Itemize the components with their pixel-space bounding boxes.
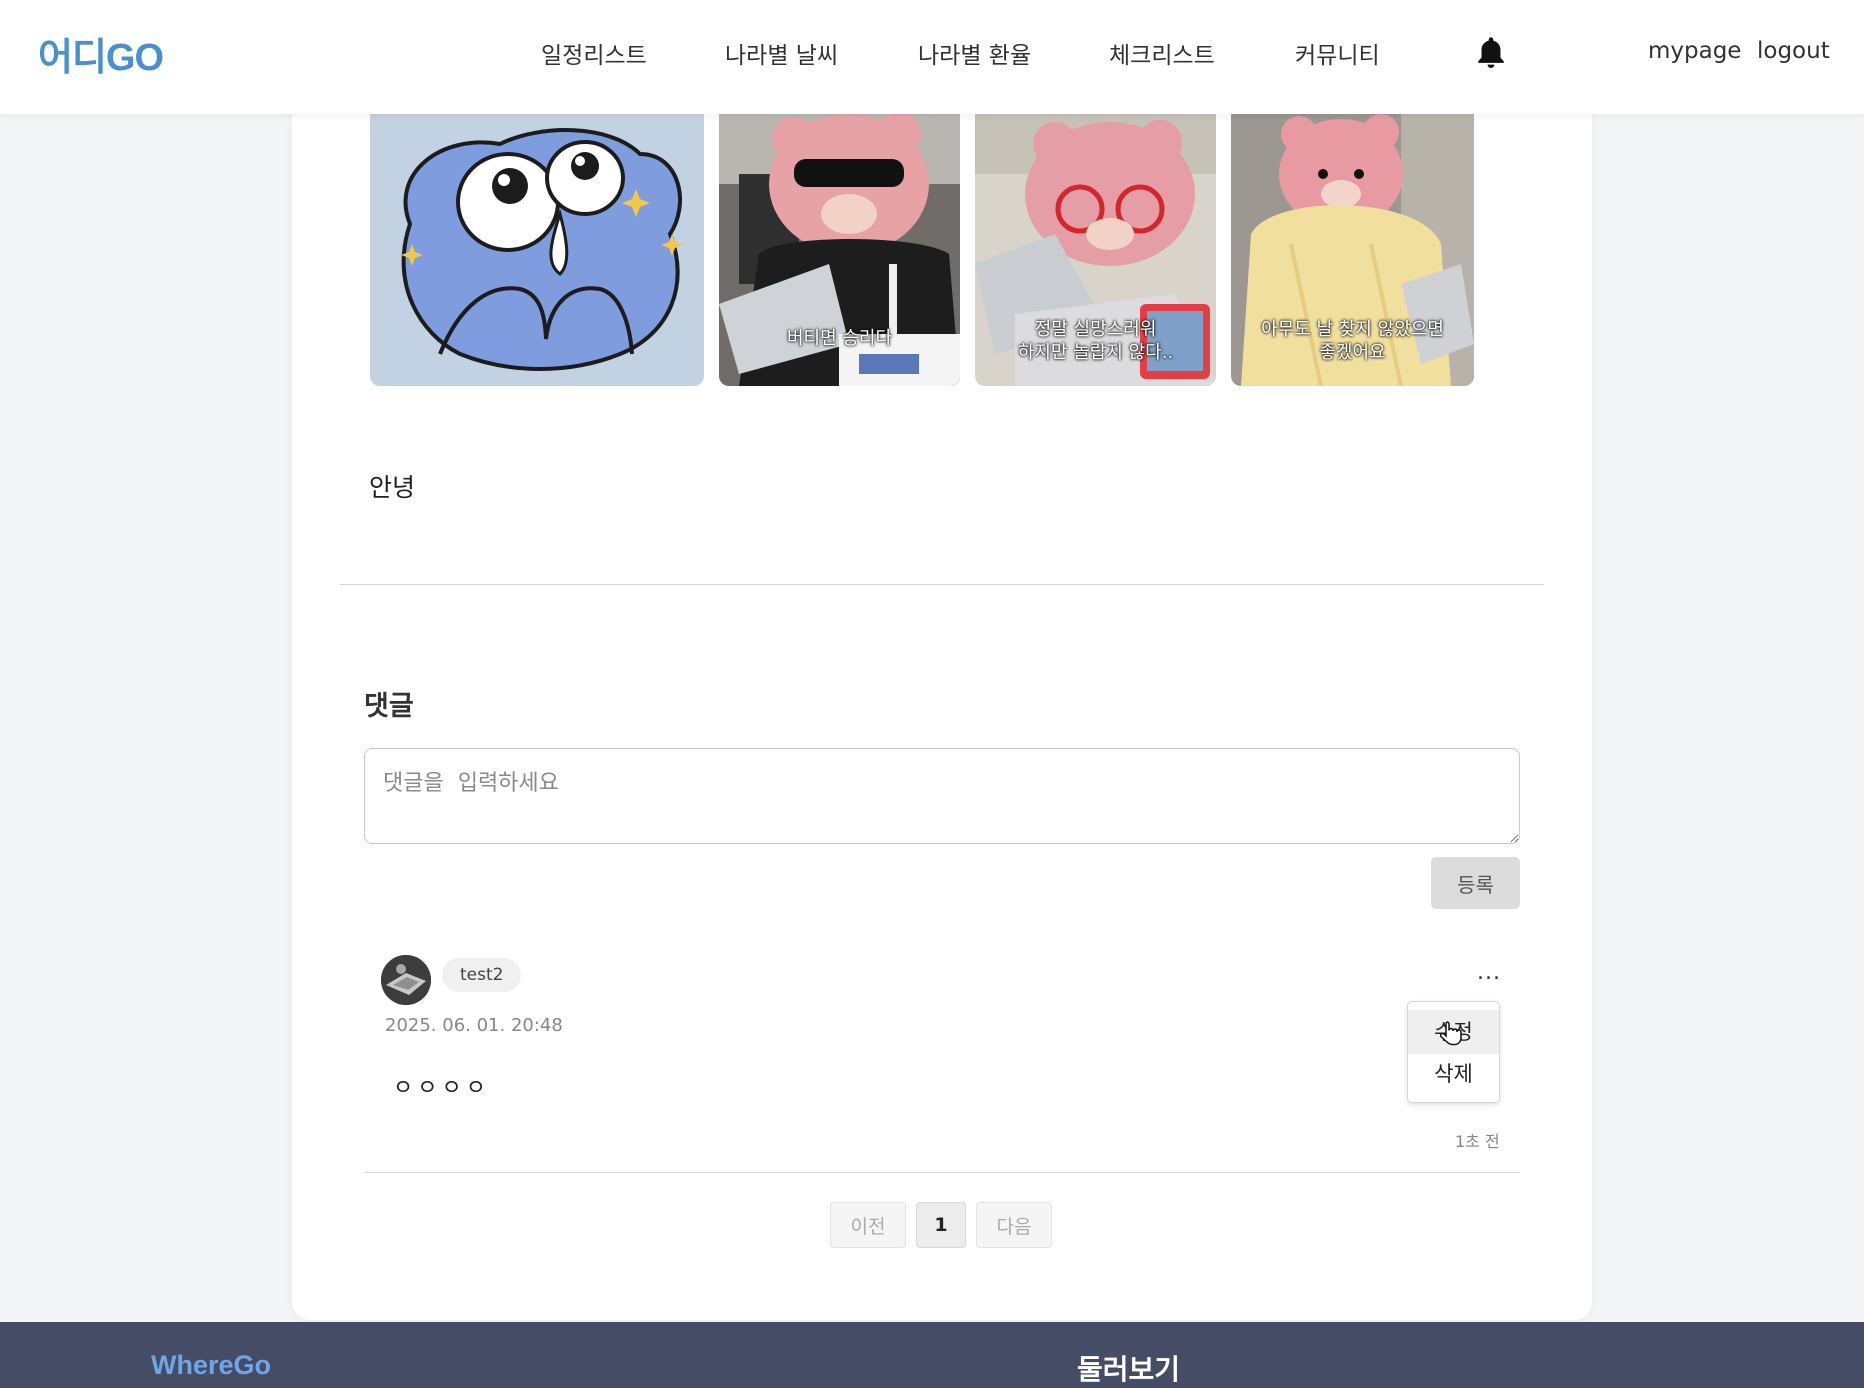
comment-input[interactable] xyxy=(364,748,1520,844)
footer-explore-heading: 둘러보기 xyxy=(1077,1353,1181,1386)
nav-item-community[interactable]: 커뮤니티 xyxy=(1295,36,1380,70)
mypage-link[interactable]: mypage xyxy=(1648,38,1741,64)
top-navigation-bar: 어디GO 일정리스트 나라별 날씨 나라별 환율 체크리스트 커뮤니티 mypa… xyxy=(0,0,1864,114)
nav-item-schedule-list[interactable]: 일정리스트 xyxy=(541,36,647,70)
post-image-1[interactable] xyxy=(370,114,704,386)
comment-submit-button[interactable]: 등록 xyxy=(1431,857,1520,909)
image-caption: 버티면 승리다 xyxy=(786,328,893,349)
comments-heading: 댓글 xyxy=(364,691,414,722)
comment-time-ago: 1초 전 xyxy=(1455,1132,1500,1151)
image-caption: 아무도 날 찾지 않았으면 좋겠어요 xyxy=(1261,319,1444,363)
bell-icon[interactable] xyxy=(1474,34,1508,72)
site-logo[interactable]: 어디GO xyxy=(38,26,164,81)
nav-item-weather[interactable]: 나라별 날씨 xyxy=(725,36,838,70)
more-options-button[interactable]: ... xyxy=(1474,960,1504,990)
avatar[interactable] xyxy=(381,955,431,1005)
nav-item-exchange-rate[interactable]: 나라별 환율 xyxy=(918,36,1031,70)
menu-item-edit[interactable]: 수정 xyxy=(1408,1010,1499,1054)
nav-item-checklist[interactable]: 체크리스트 xyxy=(1109,36,1215,70)
comment-options-menu: 수정 삭제 xyxy=(1407,1001,1500,1103)
pagination-next-button[interactable]: 다음 xyxy=(976,1202,1052,1248)
post-image-2[interactable]: 버티면 승리다 xyxy=(719,114,960,386)
comment-divider xyxy=(364,1172,1520,1173)
content-divider xyxy=(340,584,1544,585)
image-caption: 정말 실망스러워 하지만 놀랍지 않다.. xyxy=(1017,319,1174,363)
footer-brand: WhereGo xyxy=(151,1350,272,1380)
comment-text: ㅇㅇㅇㅇ xyxy=(393,1076,490,1101)
logout-link[interactable]: logout xyxy=(1757,38,1830,64)
comment-date: 2025. 06. 01. 20:48 xyxy=(385,1015,563,1036)
pagination-page-1[interactable]: 1 xyxy=(916,1202,966,1248)
comment-author-badge[interactable]: test2 xyxy=(442,958,522,992)
menu-item-delete[interactable]: 삭제 xyxy=(1408,1052,1499,1096)
post-image-4[interactable]: 아무도 날 찾지 않았으면 좋겠어요 xyxy=(1231,114,1474,386)
post-image-3[interactable]: 정말 실망스러워 하지만 놀랍지 않다.. xyxy=(975,114,1216,386)
post-body-text: 안녕 xyxy=(369,473,416,502)
pagination-prev-button[interactable]: 이전 xyxy=(830,1202,906,1248)
site-footer: WhereGo 둘러보기 xyxy=(0,1322,1864,1388)
